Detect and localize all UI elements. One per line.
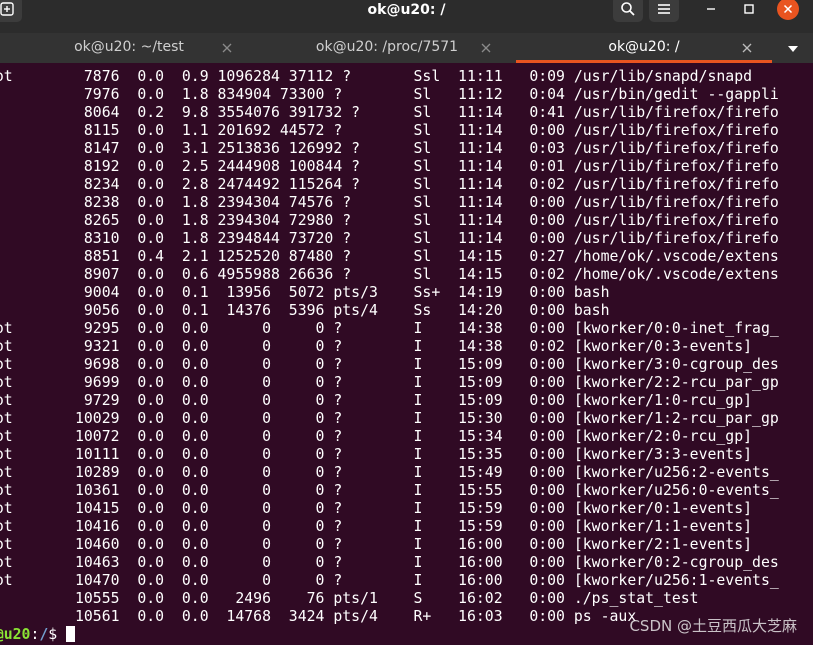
process-line: ok 8147 0.0 3.1 2513836 126992 ? Sl 11:1… <box>0 140 779 157</box>
process-line: ok 7976 0.0 1.8 834904 73300 ? Sl 11:12 … <box>0 86 779 103</box>
process-line: ok 8234 0.0 2.8 2474492 115264 ? Sl 11:1… <box>0 176 779 193</box>
process-line: root 10361 0.0 0.0 0 0 ? I 15:55 0:00 [k… <box>0 482 779 499</box>
process-line: root 9729 0.0 0.0 0 0 ? I 15:09 0:00 [kw… <box>0 392 753 409</box>
process-line: root 9295 0.0 0.0 0 0 ? I 14:38 0:00 [kw… <box>0 320 779 337</box>
tab-label: ok@u20: ~/test <box>74 39 184 55</box>
watermark: CSDN @土豆西瓜大芝麻 <box>629 617 797 635</box>
process-line: ok 10555 0.0 0.0 2496 76 pts/1 S 16:02 0… <box>0 590 699 607</box>
process-line: ok 8265 0.0 1.8 2394304 72980 ? Sl 11:14… <box>0 212 779 229</box>
tab-root[interactable]: ok@u20: / <box>516 33 772 63</box>
tab-test[interactable]: ok@u20: ~/test <box>0 33 258 63</box>
process-line: root 10470 0.0 0.0 0 0 ? I 16:00 0:00 [k… <box>0 572 779 589</box>
process-line: ok 8907 0.0 0.6 4955988 26636 ? Sl 14:15… <box>0 266 779 283</box>
search-button[interactable] <box>613 0 643 22</box>
text-cursor <box>66 626 76 642</box>
minimize-icon <box>707 8 715 10</box>
process-line: root 7876 0.0 0.9 1096284 37112 ? Ssl 11… <box>0 68 753 85</box>
prompt-symbol: $ <box>48 626 67 643</box>
minimize-button[interactable] <box>700 0 722 20</box>
process-line: root 10289 0.0 0.0 0 0 ? I 15:49 0:00 [k… <box>0 464 779 481</box>
close-tab-icon[interactable] <box>481 43 491 53</box>
process-line: root 10416 0.0 0.0 0 0 ? I 15:59 0:00 [k… <box>0 518 753 535</box>
process-line: root 10072 0.0 0.0 0 0 ? I 15:34 0:00 [k… <box>0 428 753 445</box>
process-line: ok 8064 0.2 9.8 3554076 391732 ? Sl 11:1… <box>0 104 779 121</box>
process-line: root 10463 0.0 0.0 0 0 ? I 16:00 0:00 [k… <box>0 554 779 571</box>
maximize-button[interactable] <box>738 0 760 20</box>
process-line: ok 8851 0.4 2.1 1252520 87480 ? Sl 14:15… <box>0 248 779 265</box>
search-icon <box>621 2 635 16</box>
prompt-user-host: ok@u20 <box>0 626 31 643</box>
tab-proc[interactable]: ok@u20: /proc/7571 <box>258 33 516 63</box>
process-line: root 10460 0.0 0.0 0 0 ? I 16:00 0:00 [k… <box>0 536 753 553</box>
tab-bar: ok@u20: ~/test ok@u20: /proc/7571 ok@u20… <box>0 33 813 63</box>
close-icon <box>783 4 793 14</box>
shell-prompt[interactable]: ok@u20:/$ <box>0 626 76 644</box>
close-tab-icon[interactable] <box>222 43 232 53</box>
process-line: root 9321 0.0 0.0 0 0 ? I 14:38 0:02 [kw… <box>0 338 753 355</box>
close-tab-icon[interactable] <box>742 43 752 53</box>
tab-label: ok@u20: / <box>608 39 680 55</box>
hamburger-menu-icon <box>658 4 670 14</box>
process-line: ok 8192 0.0 2.5 2444908 100844 ? Sl 11:1… <box>0 158 779 175</box>
chevron-down-icon[interactable] <box>786 44 800 54</box>
window-title: ok@u20: / <box>367 2 446 18</box>
process-line: ok 8310 0.0 1.8 2394844 73720 ? Sl 11:14… <box>0 230 779 247</box>
terminal-output[interactable]: root 7876 0.0 0.9 1096284 37112 ? Ssl 11… <box>0 63 813 645</box>
process-line: ok 8238 0.0 1.8 2394304 74576 ? Sl 11:14… <box>0 194 779 211</box>
process-line: ok 8115 0.0 1.1 201692 44572 ? Sl 11:14 … <box>0 122 779 139</box>
process-line: root 10111 0.0 0.0 0 0 ? I 15:35 0:00 [k… <box>0 446 753 463</box>
process-line: root 10029 0.0 0.0 0 0 ? I 15:30 0:00 [k… <box>0 410 779 427</box>
title-bar: ok@u20: / <box>0 0 813 33</box>
process-line: ok 10561 0.0 0.0 14768 3424 pts/4 R+ 16:… <box>0 608 637 625</box>
process-line: root 9699 0.0 0.0 0 0 ? I 15:09 0:00 [kw… <box>0 374 779 391</box>
prompt-path: / <box>39 626 49 643</box>
process-line: ok 9056 0.0 0.1 14376 5396 pts/4 Ss 14:2… <box>0 302 610 319</box>
process-line: ok 9004 0.0 0.1 13956 5072 pts/3 Ss+ 14:… <box>0 284 610 301</box>
process-line: root 10415 0.0 0.0 0 0 ? I 15:59 0:00 [k… <box>0 500 753 517</box>
menu-button[interactable] <box>649 0 679 22</box>
process-line: root 9698 0.0 0.0 0 0 ? I 15:09 0:00 [kw… <box>0 356 779 373</box>
maximize-icon <box>744 4 754 14</box>
tab-label: ok@u20: /proc/7571 <box>315 39 459 55</box>
